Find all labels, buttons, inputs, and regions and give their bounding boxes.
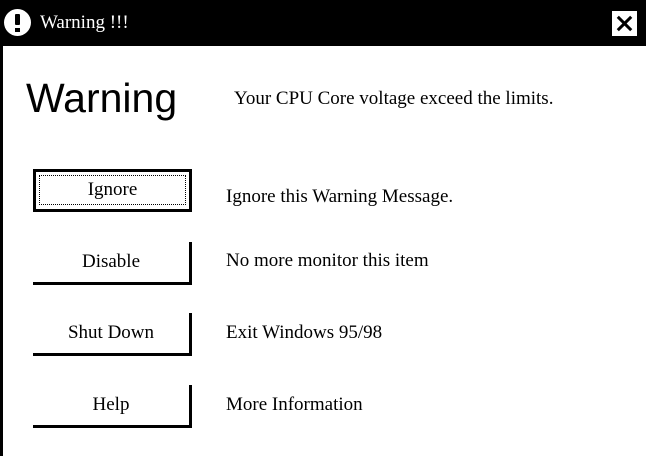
disable-button-label: Disable	[81, 251, 141, 272]
exclamation-icon	[4, 9, 31, 36]
help-button[interactable]: Help	[33, 385, 192, 428]
title-bar[interactable]: Warning !!!	[0, 0, 646, 46]
warning-heading: Warning	[26, 75, 178, 121]
window-title: Warning !!!	[40, 12, 129, 33]
ignore-button[interactable]: Ignore	[33, 169, 192, 212]
shut-down-button-label: Shut Down	[67, 322, 155, 343]
help-button-label: Help	[92, 394, 130, 415]
warning-dialog: Warning !!! Warning Your CPU Core voltag…	[0, 0, 646, 456]
window-border	[0, 0, 3, 456]
ignore-button-label: Ignore	[39, 175, 186, 205]
shut-down-description: Exit Windows 95/98	[226, 322, 383, 343]
shut-down-button[interactable]: Shut Down	[33, 313, 192, 356]
help-description: More Information	[226, 394, 363, 415]
ignore-description: Ignore this Warning Message.	[226, 186, 454, 207]
disable-button[interactable]: Disable	[33, 242, 192, 285]
disable-description: No more monitor this item	[226, 250, 429, 271]
warning-message: Your CPU Core voltage exceed the limits.	[234, 88, 554, 109]
close-icon[interactable]	[612, 11, 637, 36]
